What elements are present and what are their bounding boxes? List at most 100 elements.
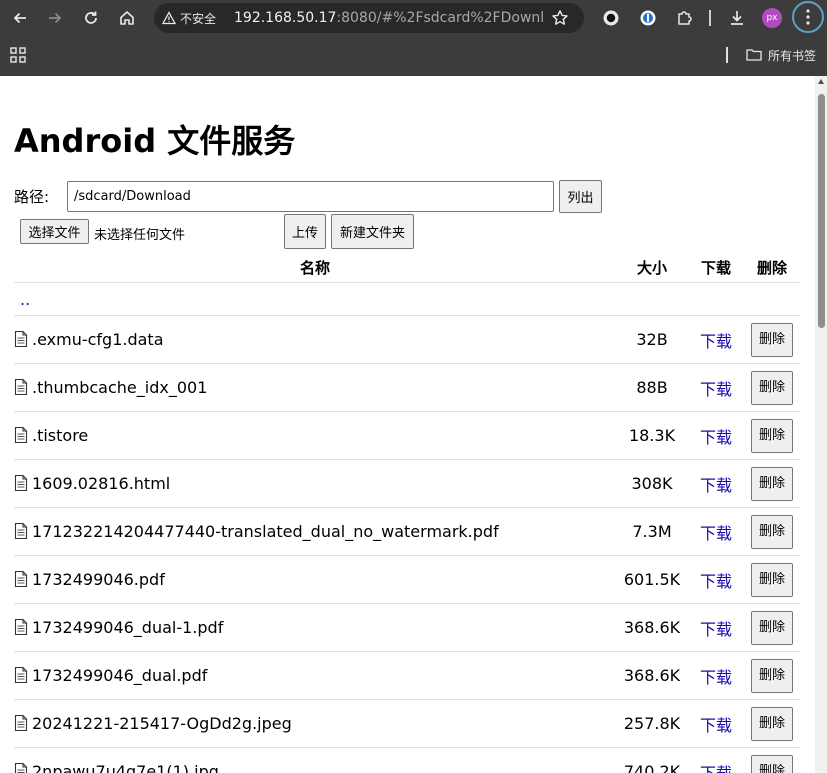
extension-record-icon[interactable] <box>600 7 622 29</box>
reload-icon <box>85 11 97 24</box>
download-link[interactable]: 下载 <box>700 572 732 591</box>
file-name-cell: 1732499046.pdf <box>14 555 616 604</box>
file-size: 7.3M <box>616 507 688 556</box>
all-bookmarks-folder[interactable]: 所有书签 <box>746 45 816 65</box>
header-download: 下载 <box>688 252 744 283</box>
delete-button[interactable]: 删除 <box>751 706 793 741</box>
table-row: 171232214204477440-translated_dual_no_wa… <box>14 507 800 556</box>
download-cell: 下载 <box>688 507 744 556</box>
file-size: 88B <box>616 363 688 412</box>
delete-cell: 删除 <box>744 651 800 700</box>
back-arrow-icon <box>13 12 26 24</box>
delete-button[interactable]: 删除 <box>751 322 793 357</box>
file-name: 1732499046_dual.pdf <box>32 666 208 685</box>
header-size: 大小 <box>616 252 688 283</box>
delete-cell: 删除 <box>744 603 800 652</box>
browser-menu-button[interactable] <box>792 1 824 33</box>
scroll-up-arrow-icon[interactable] <box>818 79 824 84</box>
header-name: 名称 <box>14 252 616 283</box>
file-name-cell: 2npawu7u4g7e1(1).jpg <box>14 747 616 773</box>
choose-file-button[interactable]: 选择文件 <box>20 219 89 244</box>
bookmark-star-icon[interactable] <box>550 8 570 28</box>
home-icon <box>120 11 134 25</box>
file-name-cell: 1732499046_dual-1.pdf <box>14 603 616 652</box>
extensions-puzzle-icon[interactable] <box>673 7 695 29</box>
table-row: 1732499046_dual.pdf 368.6K 下载 删除 <box>14 651 800 700</box>
browser-toolbar: 不安全 192.168.50.17:8080/#%2Fsdcard%2FDown… <box>0 0 827 36</box>
scroll-thumb[interactable] <box>818 94 825 328</box>
warning-icon <box>162 11 176 25</box>
url-host: 192.168.50.17 <box>234 10 337 26</box>
download-link[interactable]: 下载 <box>700 380 732 399</box>
upload-button[interactable]: 上传 <box>284 214 326 249</box>
table-header-row: 名称 大小 下载 删除 <box>14 252 800 283</box>
file-name-cell: .exmu-cfg1.data <box>14 315 616 364</box>
document-icon <box>14 426 28 444</box>
document-icon <box>14 378 28 396</box>
delete-button[interactable]: 删除 <box>751 370 793 405</box>
home-button[interactable] <box>114 5 140 31</box>
download-link[interactable]: 下载 <box>700 332 732 351</box>
download-link[interactable]: 下载 <box>700 428 732 447</box>
delete-cell: 删除 <box>744 315 800 364</box>
extension-password-icon[interactable] <box>637 7 659 29</box>
download-icon[interactable] <box>726 7 748 29</box>
download-cell: 下载 <box>688 603 744 652</box>
document-icon <box>14 714 28 732</box>
file-name: .tistore <box>32 426 89 445</box>
file-name: 1732499046_dual-1.pdf <box>32 618 224 637</box>
download-cell: 下载 <box>688 651 744 700</box>
file-name-cell: 20241221-215417-OgDd2g.jpeg <box>14 699 616 748</box>
bookmarks-bar: 所有书签 <box>0 38 827 76</box>
toolbar-divider <box>709 10 711 26</box>
reload-button[interactable] <box>78 5 104 31</box>
delete-cell: 删除 <box>744 699 800 748</box>
file-size: 257.8K <box>616 699 688 748</box>
document-icon <box>14 762 28 773</box>
path-input[interactable] <box>67 181 554 212</box>
address-bar[interactable]: 不安全 192.168.50.17:8080/#%2Fsdcard%2FDown… <box>154 3 584 33</box>
page-scrollbar[interactable] <box>815 76 827 773</box>
new-folder-button[interactable]: 新建文件夹 <box>331 214 414 249</box>
delete-button[interactable]: 删除 <box>751 754 793 773</box>
download-link[interactable]: 下载 <box>700 620 732 639</box>
back-button[interactable] <box>7 5 33 31</box>
no-file-chosen-text: 未选择任何文件 <box>94 228 186 243</box>
delete-cell: 删除 <box>744 459 800 508</box>
delete-button[interactable]: 删除 <box>751 418 793 453</box>
page-title: Android 文件服务 <box>14 122 296 160</box>
download-link[interactable]: 下载 <box>700 524 732 543</box>
list-button[interactable]: 列出 <box>559 180 602 213</box>
file-table: 名称 大小 下载 删除 .. .exmu-cfg1.data 32B 下载 删除 .th… <box>14 252 800 773</box>
delete-cell: 删除 <box>744 747 800 773</box>
download-link[interactable]: 下载 <box>700 476 732 495</box>
file-size: 601.5K <box>616 555 688 604</box>
delete-button[interactable]: 删除 <box>751 562 793 597</box>
all-bookmarks-label: 所有书签 <box>768 48 817 63</box>
download-cell: 下载 <box>688 699 744 748</box>
security-indicator[interactable]: 不安全 <box>162 7 226 29</box>
forward-button[interactable] <box>42 5 68 31</box>
delete-button[interactable]: 删除 <box>751 514 793 549</box>
document-icon <box>14 474 28 492</box>
delete-button[interactable]: 删除 <box>751 610 793 645</box>
delete-button[interactable]: 删除 <box>751 466 793 501</box>
file-name: 171232214204477440-translated_dual_no_wa… <box>32 522 499 541</box>
table-row: 2npawu7u4g7e1(1).jpg 740.2K 下载 删除 <box>14 747 800 773</box>
url-text[interactable]: 192.168.50.17:8080/#%2Fsdcard%2FDownl... <box>234 8 544 28</box>
delete-button[interactable]: 删除 <box>751 658 793 693</box>
table-row: .tistore 18.3K 下载 删除 <box>14 411 800 460</box>
apps-grid-icon[interactable] <box>10 47 26 63</box>
profile-avatar[interactable]: px <box>762 8 782 28</box>
file-size: 32B <box>616 315 688 364</box>
download-cell: 下载 <box>688 411 744 460</box>
download-link[interactable]: 下载 <box>700 764 732 773</box>
parent-dir-link[interactable]: .. <box>14 290 30 309</box>
file-name-cell: 171232214204477440-translated_dual_no_wa… <box>14 507 616 556</box>
download-link[interactable]: 下载 <box>700 716 732 735</box>
file-size: 368.6K <box>616 603 688 652</box>
path-label: 路径: <box>14 188 50 206</box>
download-link[interactable]: 下载 <box>700 668 732 687</box>
table-row: 20241221-215417-OgDd2g.jpeg 257.8K 下载 删除 <box>14 699 800 748</box>
parent-dir-row: .. <box>14 282 800 316</box>
